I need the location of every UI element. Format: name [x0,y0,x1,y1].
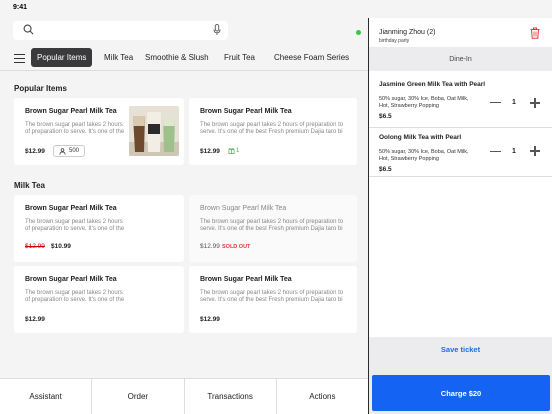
product-title: Brown Sugar Pearl Milk Tea [25,205,117,212]
status-time: 9:41 [13,4,28,11]
section-title-milk-tea: Milk Tea [14,181,45,190]
gift-icon [228,148,235,154]
decrease-quantity-button[interactable] [490,151,501,153]
line-item-quantity: 1 [512,99,516,106]
product-title: Brown Sugar Pearl Milk Tea [200,205,287,212]
ticket-line-item[interactable]: Jasmine Green Milk Tea with Pearl 50% su… [369,81,552,125]
stock-count-badge: 500 [53,145,86,157]
section-title-popular: Popular Items [14,84,67,93]
divider [369,176,552,177]
line-item-price: $6.5 [379,166,392,173]
ticket-note: birthday party [379,38,410,44]
tab-smoothie-slush[interactable]: Smoothie & Slush [145,53,209,62]
product-title: Brown Sugar Pearl Milk Tea [200,276,292,283]
product-title: Brown Sugar Pearl Milk Tea [25,108,117,115]
product-description: The brown sugar pearl takes 2 hours of p… [25,290,125,304]
menu-panel: 9:41 Popular Items Milk Tea Smoothie & S… [0,0,552,414]
tab-milk-tea[interactable]: Milk Tea [104,53,133,62]
dining-option-selector[interactable]: Dine-In [369,47,552,71]
product-card[interactable]: Brown Sugar Pearl Milk Tea The brown sug… [189,266,357,333]
gift-badge: 1 [228,147,239,154]
product-price: $12.99 [200,316,220,323]
tab-cheese-foam-series[interactable]: Cheese Foam Series [274,53,349,62]
product-price: $12.99 [200,243,220,250]
product-price: $12.99 [200,148,220,155]
stock-count: 500 [69,148,80,154]
product-description: The brown sugar pearl takes 2 hours of p… [200,122,344,136]
bottom-navigation: Assistant Order Transactions Actions [0,378,368,414]
nav-actions[interactable]: Actions [277,379,368,414]
product-price: $12.99 [25,316,45,323]
status-bar: 9:41 [0,0,552,18]
ticket-panel: Jianming Zhou (2) birthday party Dine-In… [369,0,552,414]
search-input[interactable] [13,21,228,40]
tab-popular-items[interactable]: Popular Items [31,48,93,67]
trash-icon[interactable] [530,27,540,39]
category-bar: Popular Items Milk Tea Smoothie & Slush … [0,45,368,71]
person-icon [59,147,66,155]
online-status-dot [356,30,361,35]
product-card-sold-out[interactable]: Brown Sugar Pearl Milk Tea The brown sug… [189,195,357,262]
customer-name[interactable]: Jianming Zhou (2) [379,29,435,36]
product-price: $12.99 [25,148,45,155]
mic-icon[interactable] [213,24,221,36]
line-item-name: Jasmine Green Milk Tea with Pearl [379,81,486,88]
increase-quantity-button[interactable] [530,146,540,156]
tab-fruit-tea[interactable]: Fruit Tea [224,53,255,62]
line-item-price: $6.5 [379,113,392,120]
product-description: The brown sugar pearl takes 2 hours of p… [200,219,344,233]
line-item-name: Oolong Milk Tea with Pearl [379,134,462,141]
sold-out-badge: SOLD OUT [222,244,251,250]
product-description: The brown sugar pearl takes 2 hours of p… [25,219,125,233]
line-item-quantity: 1 [512,148,516,155]
nav-transactions[interactable]: Transactions [185,379,277,414]
product-title: Brown Sugar Pearl Milk Tea [200,108,292,115]
hamburger-menu-icon[interactable] [14,54,25,64]
gift-count: 1 [236,147,240,154]
increase-quantity-button[interactable] [530,98,540,108]
decrease-quantity-button[interactable] [490,102,501,104]
save-ticket-button[interactable]: Save ticket [369,345,552,354]
search-icon [23,24,34,35]
line-item-modifiers: 50% sugar, 30% Ice, Boba, Oat Milk, Hot,… [379,96,469,109]
product-description: The brown sugar pearl takes 2 hours of p… [200,290,344,304]
product-original-price: $12.99 [25,243,45,250]
product-description: The brown sugar pearl takes 2 hours of p… [25,122,125,136]
line-item-modifiers: 50% sugar, 30% Ice, Boba, Oat Milk, Hot,… [379,149,469,162]
product-card[interactable]: Brown Sugar Pearl Milk Tea The brown sug… [14,195,184,262]
product-card[interactable]: Brown Sugar Pearl Milk Tea The brown sug… [189,98,357,165]
product-card[interactable]: Brown Sugar Pearl Milk Tea The brown sug… [14,98,184,165]
nav-assistant[interactable]: Assistant [0,379,93,414]
divider [369,127,552,128]
nav-order[interactable]: Order [92,379,185,414]
product-card[interactable]: Brown Sugar Pearl Milk Tea The brown sug… [14,266,184,333]
product-title: Brown Sugar Pearl Milk Tea [25,276,117,283]
charge-button[interactable]: Charge $20 [372,375,550,411]
product-sale-price: $10.99 [51,243,71,250]
ticket-line-item[interactable]: Oolong Milk Tea with Pearl 50% sugar, 30… [369,134,552,178]
product-image [129,106,179,156]
